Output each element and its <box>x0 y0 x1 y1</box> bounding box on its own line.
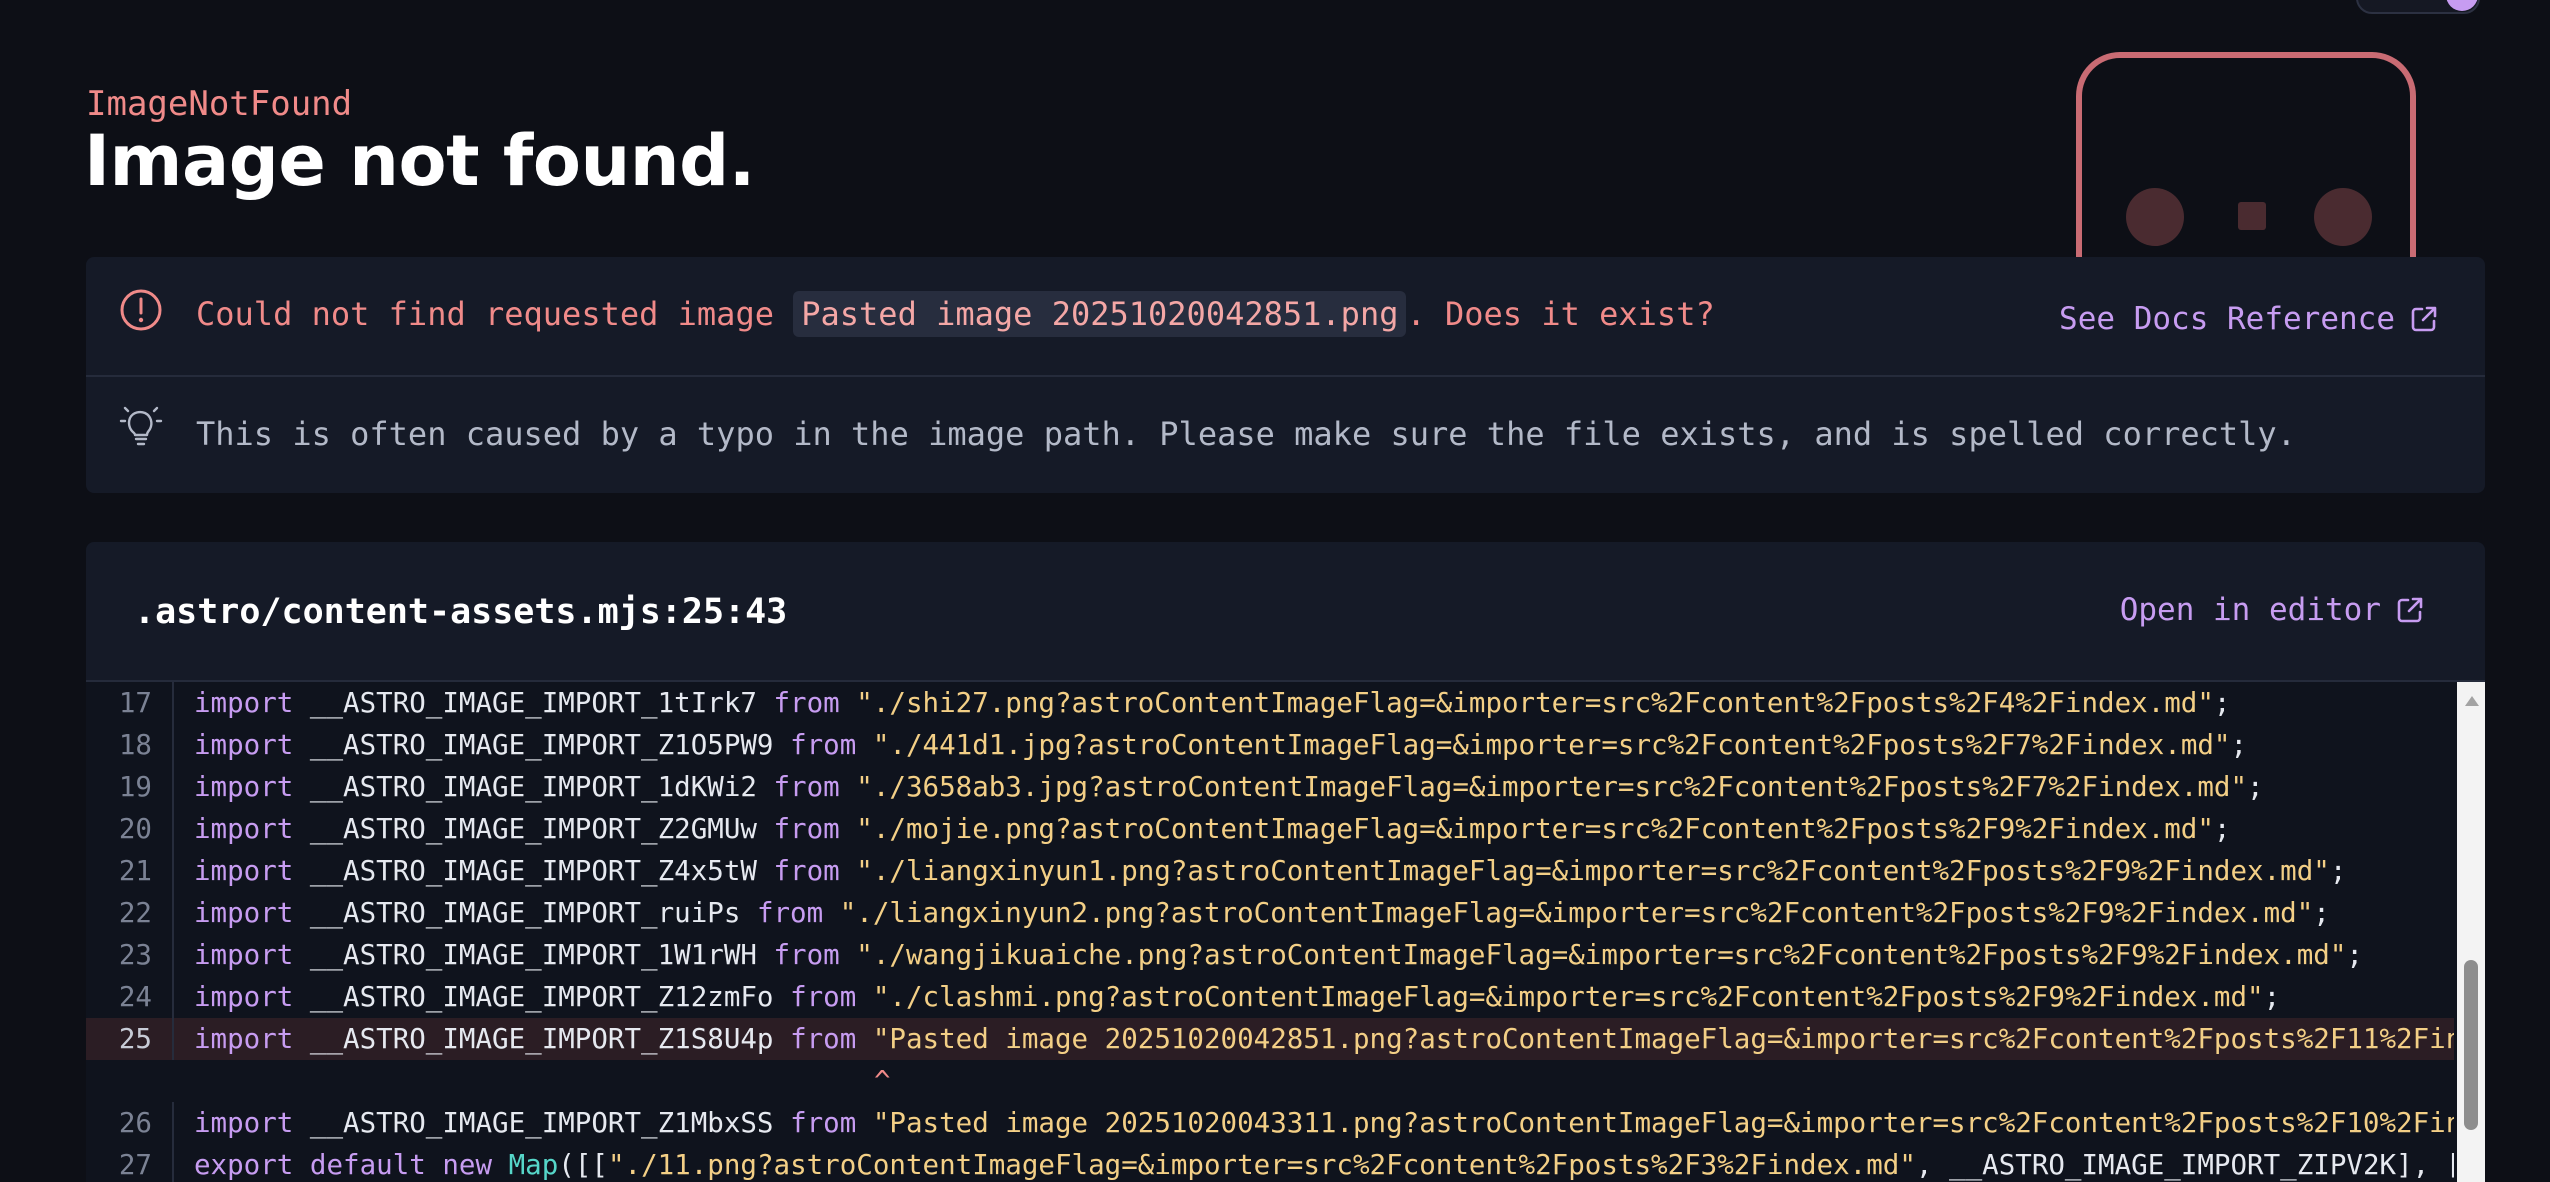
code-line: 17 import __ASTRO_IMAGE_IMPORT_1tIrk7 fro… <box>86 682 2454 724</box>
error-caret: ^ <box>874 1065 891 1097</box>
alert-circle-icon <box>120 289 162 331</box>
error-message: Could not find requested image Pasted im… <box>196 291 1715 337</box>
mascot-right-eye <box>2314 188 2372 246</box>
code-scrollbar[interactable] <box>2457 682 2485 1182</box>
docs-reference-link[interactable]: See Docs Reference <box>2059 301 2439 337</box>
code-line: 26 import __ASTRO_IMAGE_IMPORT_Z1MbxSS fr… <box>86 1102 2454 1144</box>
code-line: 23 import __ASTRO_IMAGE_IMPORT_1W1rWH fro… <box>86 934 2454 976</box>
docs-reference-label: See Docs Reference <box>2059 301 2395 337</box>
external-link-icon <box>2397 597 2423 623</box>
error-message-suffix: . Does it exist? <box>1406 295 1715 333</box>
code-frame-panel: .astro/content-assets.mjs:25:43 Open in … <box>86 542 2485 1182</box>
lightbulb-icon <box>119 406 163 446</box>
code-listing[interactable]: 17 import __ASTRO_IMAGE_IMPORT_1tIrk7 fro… <box>86 682 2485 1182</box>
code-line: 24 import __ASTRO_IMAGE_IMPORT_Z12zmFo fr… <box>86 976 2454 1018</box>
open-in-editor-link[interactable]: Open in editor <box>2120 592 2425 628</box>
error-message-row: Could not find requested image Pasted im… <box>86 257 2485 377</box>
code-line: 21 import __ASTRO_IMAGE_IMPORT_Z4x5tW fro… <box>86 850 2454 892</box>
mascot-left-eye <box>2126 188 2184 246</box>
theme-toggle[interactable] <box>2356 0 2480 14</box>
error-message-prefix: Could not find requested image <box>196 295 794 333</box>
code-line: 27 export default new Map([["./11.png?ast… <box>86 1144 2454 1182</box>
mascot-mouth <box>2238 202 2266 230</box>
file-location: .astro/content-assets.mjs:25:43 <box>134 592 788 632</box>
code-line: 19 import __ASTRO_IMAGE_IMPORT_1dKWi2 fro… <box>86 766 2454 808</box>
hint-row: This is often caused by a typo in the im… <box>86 377 2485 493</box>
missing-image-name: Pasted image 20251020042851.png <box>793 291 1407 337</box>
scroll-up-arrow-icon[interactable] <box>2465 696 2479 706</box>
error-title: Image not found. <box>84 120 755 202</box>
scroll-thumb[interactable] <box>2464 960 2478 1130</box>
error-name: ImageNotFound <box>86 84 353 124</box>
theme-toggle-knob[interactable] <box>2446 0 2478 11</box>
error-message-panel: Could not find requested image Pasted im… <box>86 257 2485 493</box>
hint-text: This is often caused by a typo in the im… <box>196 415 2296 453</box>
code-line: 20 import __ASTRO_IMAGE_IMPORT_Z2GMUw fro… <box>86 808 2454 850</box>
code-frame-header: .astro/content-assets.mjs:25:43 Open in … <box>86 542 2485 682</box>
external-link-icon <box>2411 306 2437 332</box>
error-code-line: 25 import __ASTRO_IMAGE_IMPORT_Z1S8U4p fr… <box>86 1018 2454 1060</box>
code-line: 18 import __ASTRO_IMAGE_IMPORT_Z1O5PW9 fr… <box>86 724 2454 766</box>
open-in-editor-label: Open in editor <box>2119 592 2381 628</box>
code-line: 22 import __ASTRO_IMAGE_IMPORT_ruiPs from… <box>86 892 2454 934</box>
houston-mascot <box>2076 52 2416 272</box>
error-caret-line: ^ <box>86 1060 2454 1102</box>
